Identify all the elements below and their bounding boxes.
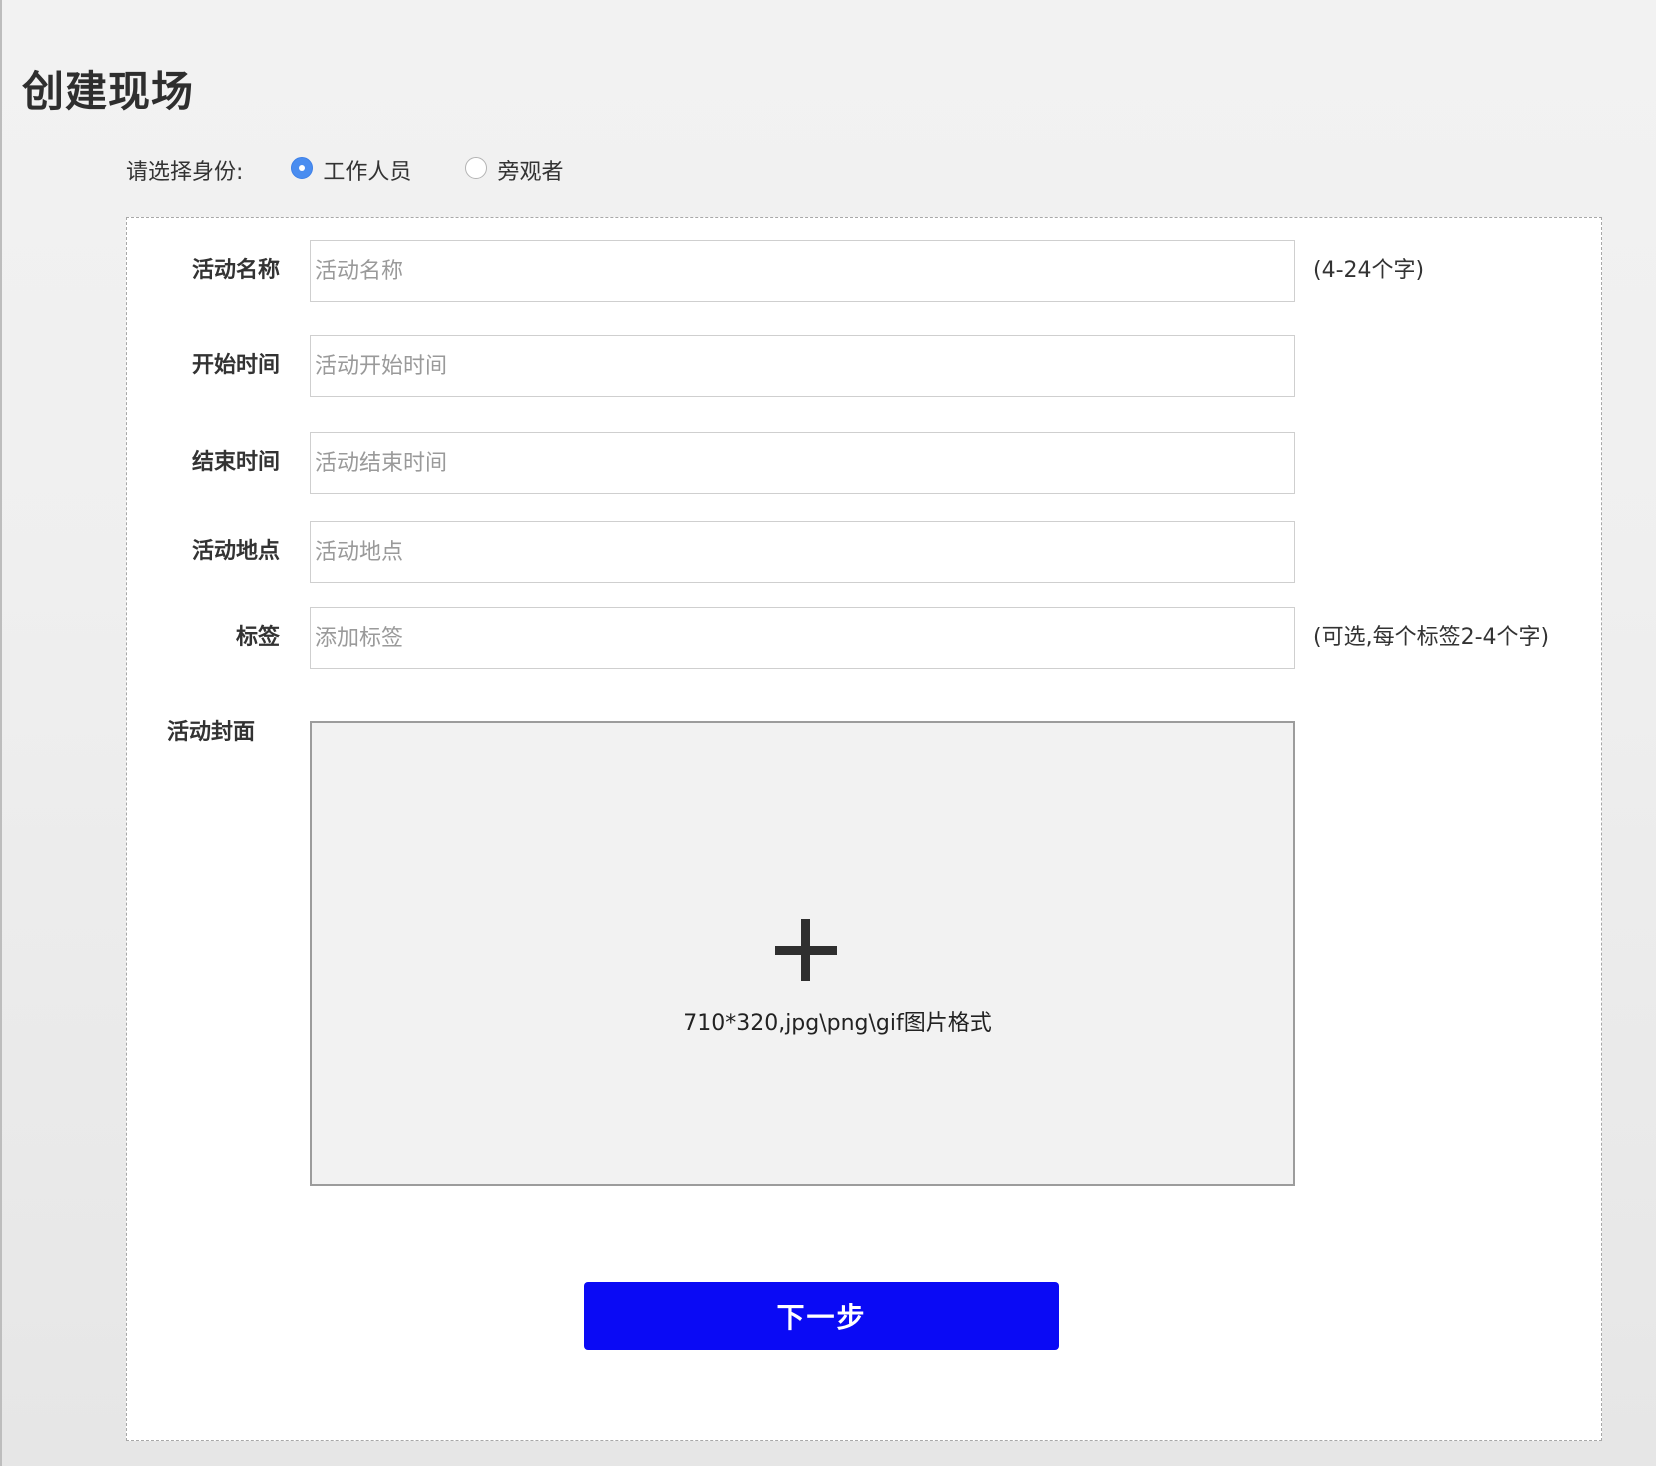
field-label-event-name: 活动名称 — [191, 258, 280, 283]
event-name-input[interactable] — [310, 240, 1295, 302]
page-title: 创建现场 — [22, 67, 195, 116]
end-time-input[interactable] — [310, 432, 1295, 494]
window-left-edge — [0, 0, 2, 1466]
next-step-button[interactable]: 下一步 — [584, 1282, 1059, 1350]
identity-option-staff[interactable]: 工作人员 — [291, 154, 411, 186]
field-label-start-time: 开始时间 — [191, 353, 280, 378]
field-label-end-time: 结束时间 — [191, 450, 280, 475]
tags-input[interactable] — [310, 607, 1295, 669]
cover-upload-area[interactable]: 710*320,jpg\png\gif图片格式 — [310, 721, 1295, 1186]
field-label-cover: 活动封面 — [167, 720, 256, 745]
field-label-tags: 标签 — [235, 625, 280, 650]
cover-upload-hint: 710*320,jpg\png\gif图片格式 — [683, 1011, 992, 1036]
event-form-panel: 活动名称 (4-24个字) 开始时间 结束时间 活动地点 标签 (可选,每个标签… — [126, 217, 1602, 1441]
location-input[interactable] — [310, 521, 1295, 583]
radio-unchecked-icon[interactable] — [465, 157, 488, 179]
event-name-hint: (4-24个字) — [1313, 258, 1425, 283]
identity-option-spectator[interactable]: 旁观者 — [465, 154, 563, 186]
identity-label: 请选择身份: — [126, 160, 244, 185]
identity-option-staff-label: 工作人员 — [323, 160, 412, 185]
identity-option-spectator-label: 旁观者 — [497, 160, 564, 185]
start-time-input[interactable] — [310, 335, 1295, 397]
tags-hint: (可选,每个标签2-4个字) — [1313, 625, 1550, 650]
field-label-location: 活动地点 — [191, 539, 280, 564]
plus-icon — [775, 919, 837, 981]
identity-selector: 请选择身份: 工作人员 旁观者 — [126, 150, 563, 190]
radio-checked-icon[interactable] — [291, 157, 314, 179]
